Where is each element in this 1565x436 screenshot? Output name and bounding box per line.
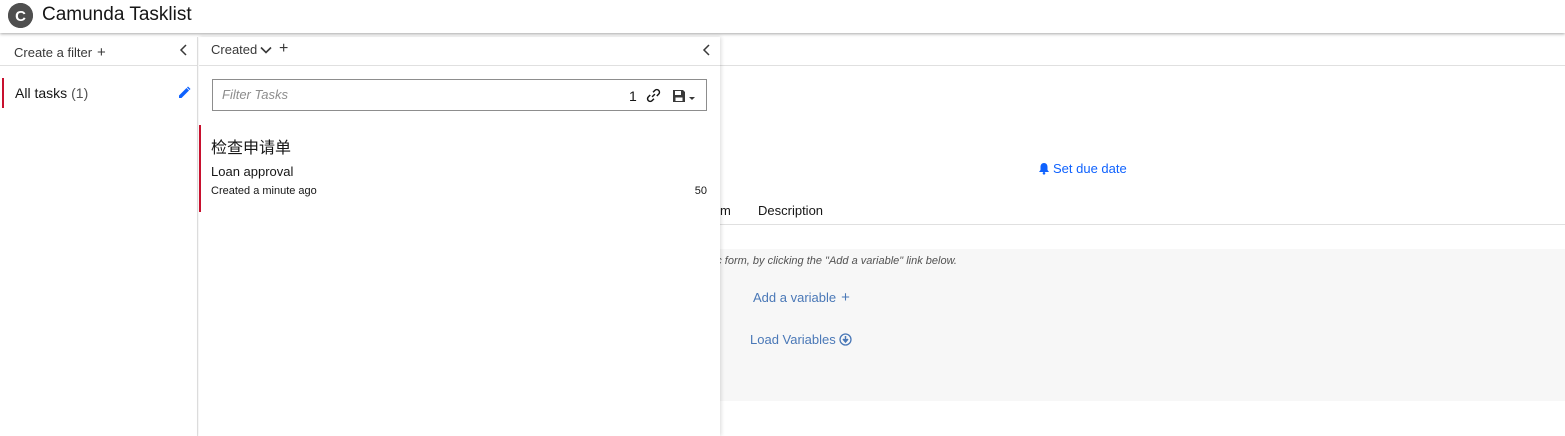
form-hint: eric form, by clicking the "Add a variab…	[704, 255, 957, 267]
set-due-date-label: Set due date	[1053, 161, 1127, 176]
camunda-logo-icon: C	[8, 3, 33, 28]
app-title: Camunda Tasklist	[42, 4, 192, 25]
plus-icon: +	[97, 44, 106, 61]
filter-count: (1)	[71, 85, 89, 101]
task-list-header: Created +	[199, 37, 720, 66]
filters-header: Create a filter +	[0, 37, 197, 66]
filter-tasks-input[interactable]	[222, 87, 602, 102]
set-due-date-link[interactable]: Set due date	[1038, 161, 1127, 176]
app-header: C Camunda Tasklist	[0, 0, 1565, 33]
sort-dropdown[interactable]: Created	[211, 42, 272, 57]
chevron-down-icon	[260, 46, 272, 54]
task-list-panel: Created + 1 检查申请单	[199, 37, 720, 436]
filters-panel: Create a filter + All tasks (1)	[0, 37, 198, 436]
add-variable-label: Add a variable	[753, 290, 837, 305]
floppy-disk-icon	[673, 89, 685, 102]
search-result-count: 1	[629, 88, 637, 104]
generic-form-area: eric form, by clicking the "Add a variab…	[704, 249, 1565, 401]
task-created-time: Created a minute ago	[211, 185, 317, 197]
detail-tabs: m Description	[720, 195, 1565, 225]
add-sort-icon[interactable]: +	[279, 40, 288, 58]
link-icon[interactable]	[646, 88, 661, 103]
caret-down-icon	[689, 96, 695, 100]
load-variables-label: Load Variables	[750, 332, 836, 347]
tab-form[interactable]: m	[720, 203, 731, 218]
create-filter-button[interactable]: Create a filter +	[14, 44, 106, 61]
chevron-left-icon[interactable]	[700, 43, 714, 57]
sort-label: Created	[211, 42, 258, 57]
task-name: 检查申请单	[211, 140, 292, 157]
svg-text:C: C	[15, 8, 26, 25]
detail-header	[720, 37, 1565, 66]
save-search-dropdown[interactable]	[672, 88, 696, 103]
filter-item-all-tasks[interactable]: All tasks (1)	[2, 78, 196, 108]
tab-description[interactable]: Description	[758, 203, 823, 218]
load-variables-link[interactable]: Load Variables	[750, 332, 852, 347]
task-process-name: Loan approval	[211, 164, 294, 179]
create-filter-label: Create a filter	[14, 45, 93, 60]
add-variable-link[interactable]: Add a variable +	[753, 289, 850, 306]
filter-label: All tasks	[15, 85, 68, 101]
task-priority: 50	[694, 185, 707, 197]
download-circle-icon	[839, 333, 852, 346]
bell-icon	[1039, 163, 1049, 175]
plus-icon: +	[841, 289, 850, 306]
task-detail-pane: Set due date m Description eric form, by…	[704, 37, 1565, 436]
pencil-edit-icon[interactable]	[176, 85, 192, 101]
task-search-box: 1	[212, 79, 707, 111]
task-list-item[interactable]: 检查申请单 Loan approval Created a minute ago…	[199, 125, 720, 212]
chevron-left-icon[interactable]	[177, 43, 191, 57]
